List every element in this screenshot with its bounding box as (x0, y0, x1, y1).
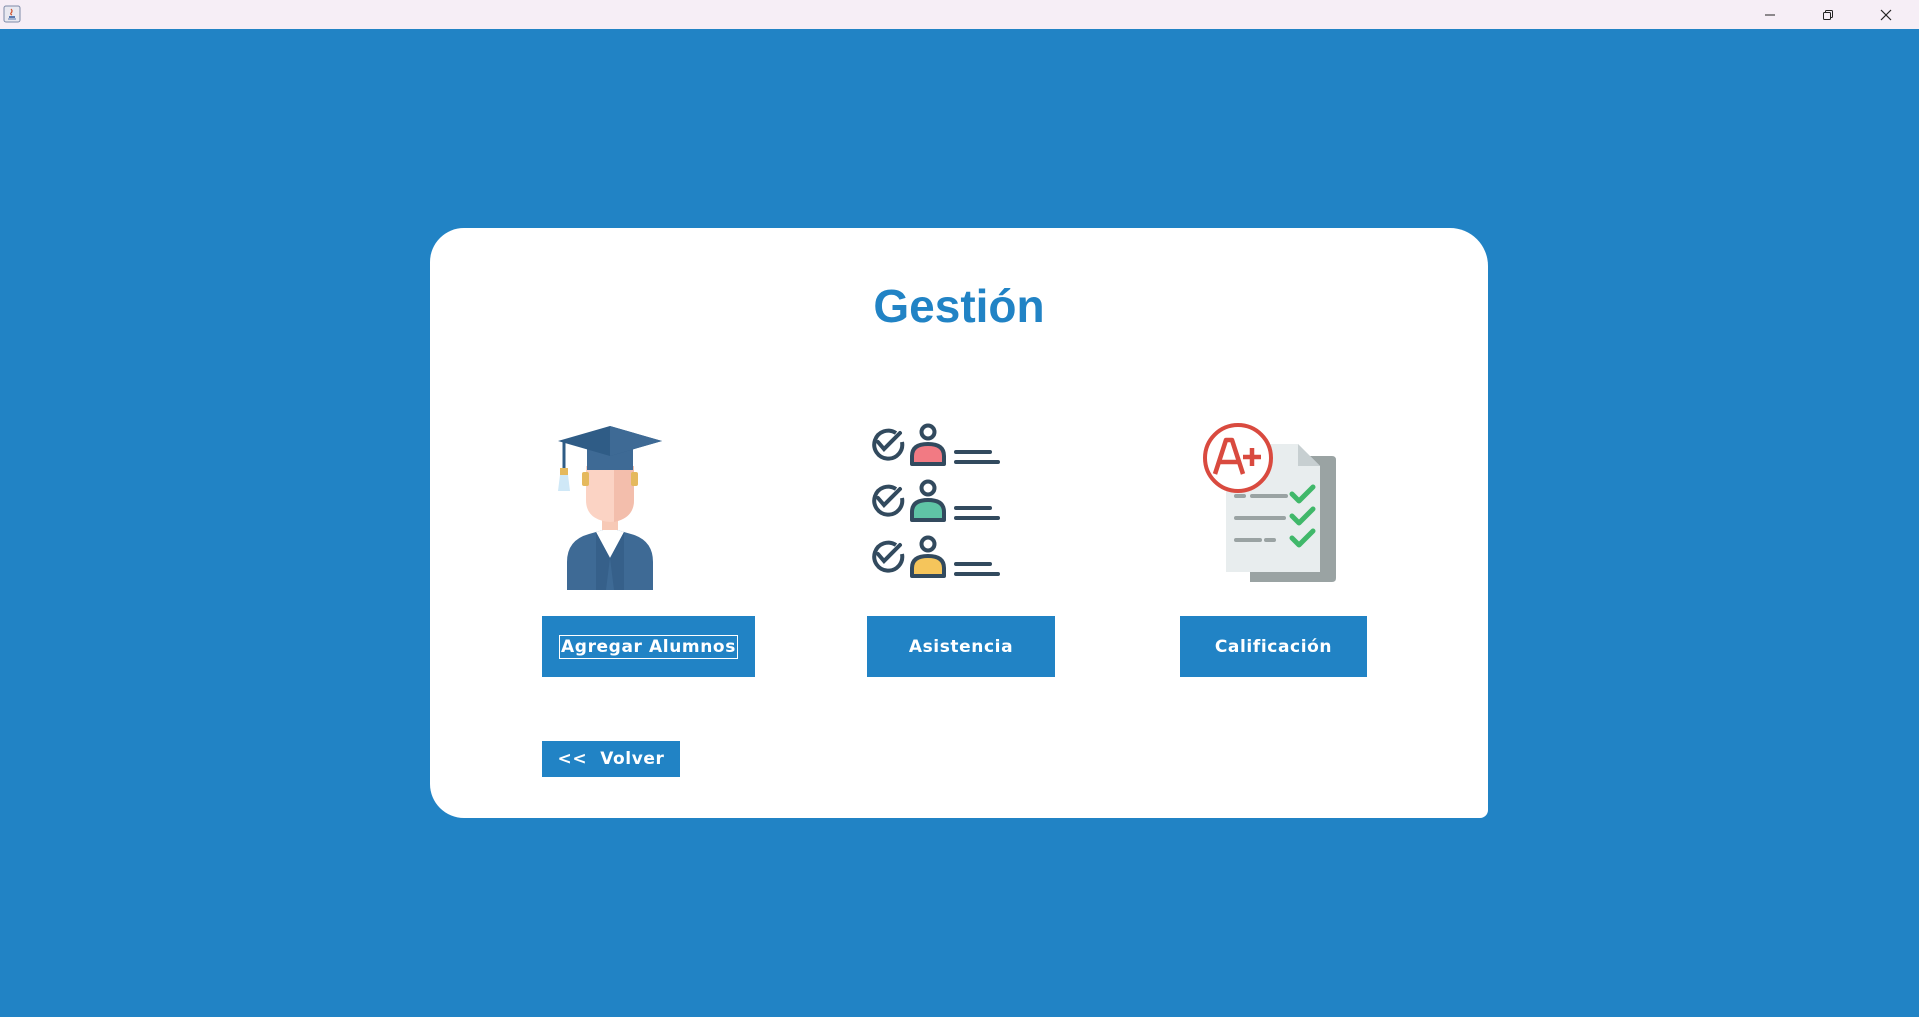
back-button[interactable]: << Volver (542, 741, 680, 777)
java-app-icon (3, 5, 21, 23)
page-title: Gestión (873, 280, 1045, 332)
minimize-button[interactable] (1741, 0, 1799, 29)
close-button[interactable] (1857, 0, 1915, 29)
title-bar (0, 0, 1919, 29)
management-card: Gestión Agregar Alumnos Asistencia Calif… (430, 228, 1488, 818)
add-students-label: Agregar Alumnos (559, 634, 738, 659)
app-window: Gestión Agregar Alumnos Asistencia Calif… (0, 0, 1919, 1017)
add-students-button[interactable]: Agregar Alumnos (542, 616, 755, 677)
attendance-list-icon (872, 423, 1000, 578)
grades-label: Calificación (1214, 636, 1333, 657)
attendance-button[interactable]: Asistencia (867, 616, 1055, 677)
graduate-student-icon (558, 426, 662, 590)
restore-button[interactable] (1799, 0, 1857, 29)
grade-report-icon (1203, 423, 1336, 582)
minimize-icon (1765, 14, 1775, 15)
grades-button[interactable]: Calificación (1180, 616, 1367, 677)
restore-icon (1823, 9, 1833, 20)
attendance-label: Asistencia (908, 636, 1014, 657)
close-icon (1880, 9, 1892, 20)
back-label: << Volver (557, 749, 665, 769)
